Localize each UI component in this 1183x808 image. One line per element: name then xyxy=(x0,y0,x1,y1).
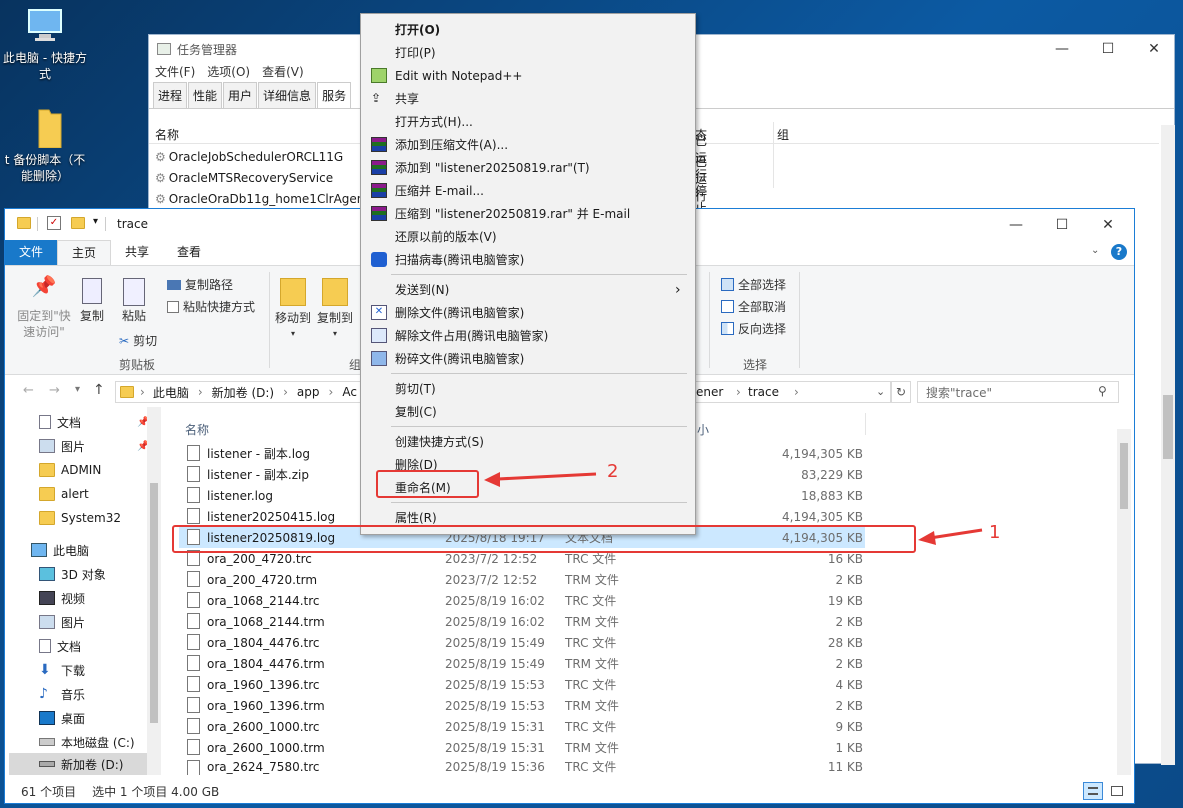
annotation-number-2: 2 xyxy=(607,461,619,482)
arrow-icon xyxy=(484,472,597,487)
arrow-icon xyxy=(918,528,983,545)
annotation-arrows xyxy=(484,472,983,545)
annotation-number-1: 1 xyxy=(989,522,1001,543)
